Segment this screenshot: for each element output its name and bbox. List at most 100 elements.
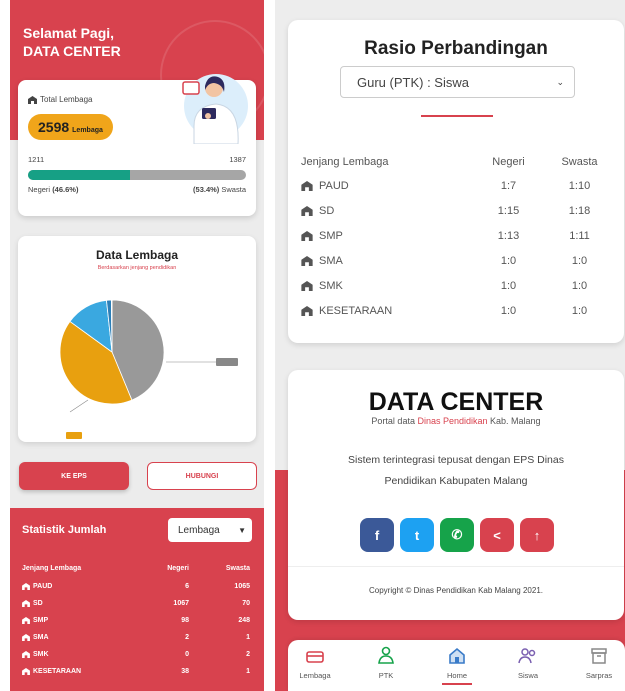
row-swasta: 1 xyxy=(246,668,250,675)
ke-eps-button[interactable]: KE EPS xyxy=(19,462,129,490)
divider xyxy=(288,566,624,567)
chevron-down-icon: ⌄ xyxy=(556,76,564,87)
row-jenjang: SMA xyxy=(33,634,49,641)
building-icon xyxy=(301,256,313,266)
teacher-icon xyxy=(378,646,394,664)
row-negeri: 1:15 xyxy=(497,205,520,217)
statistik-row: SMA 2 1 xyxy=(22,631,254,644)
building-icon xyxy=(301,306,313,316)
row-swasta: 70 xyxy=(242,600,250,607)
nav-item-siswa[interactable]: Siswa xyxy=(498,646,558,680)
left-panel: Selamat Pagi, DATA CENTER Total Lembaga … xyxy=(10,0,264,691)
facebook-button[interactable]: f xyxy=(360,518,394,552)
data-lembaga-card: Data Lembaga Berdasarkan jenjang pendidi… xyxy=(18,236,256,442)
swasta-percent: (53.4%) Swasta xyxy=(193,185,246,194)
share-button[interactable]: < xyxy=(480,518,514,552)
bottom-nav: Lembaga PTK Home Siswa Sarpras xyxy=(288,640,625,691)
building-icon xyxy=(301,281,313,291)
header-swasta: Swasta xyxy=(225,565,250,572)
rasio-select[interactable]: Guru (PTK) : Siswa ⌄ xyxy=(340,66,575,98)
building-icon xyxy=(301,231,313,241)
row-swasta: 1 xyxy=(246,634,250,641)
nav-item-sarpras[interactable]: Sarpras xyxy=(569,646,625,680)
hubungi-button[interactable]: HUBUNGI xyxy=(147,462,257,490)
chevron-down-icon: ▼ xyxy=(238,525,246,535)
active-indicator xyxy=(442,683,472,685)
nav-label: Home xyxy=(446,671,467,680)
row-jenjang: SMP xyxy=(33,617,49,624)
leader-line xyxy=(69,399,89,413)
rasio-row: SD 1:15 1:18 xyxy=(301,201,613,221)
building-icon xyxy=(28,95,37,104)
row-swasta: 1:18 xyxy=(568,205,591,217)
building-icon xyxy=(22,583,30,590)
arrow-up-button[interactable]: ↑ xyxy=(520,518,554,552)
statistik-title: Statistik Jumlah xyxy=(22,524,107,536)
row-swasta: 1:10 xyxy=(568,180,591,192)
header-swasta: Swasta xyxy=(561,156,598,168)
row-jenjang: SMA xyxy=(319,255,343,267)
row-negeri: 38 xyxy=(181,668,189,675)
row-swasta: 1:0 xyxy=(571,305,588,317)
row-negeri: 98 xyxy=(181,617,189,624)
nav-item-home[interactable]: Home xyxy=(427,646,487,685)
building-icon xyxy=(22,634,30,641)
row-jenjang: KESETARAAN xyxy=(319,305,393,317)
nav-label: Lembaga xyxy=(299,671,331,680)
statistik-row: SMK 0 2 xyxy=(22,648,254,661)
row-negeri: 1:0 xyxy=(500,280,517,292)
datacenter-subtitle: Portal data Dinas Pendidikan Kab. Malang xyxy=(371,416,541,426)
slice-tag xyxy=(66,432,82,439)
rasio-select-value: Guru (PTK) : Siswa xyxy=(357,74,469,90)
row-swasta: 2 xyxy=(246,651,250,658)
header-jenjang: Jenjang Lembaga xyxy=(301,156,389,168)
phone-button[interactable]: ✆ xyxy=(440,518,474,552)
students-icon xyxy=(518,648,536,664)
row-jenjang: PAUD xyxy=(33,583,53,590)
arrow-up-icon: ↑ xyxy=(533,527,541,543)
header-negeri: Negeri xyxy=(492,156,525,168)
slice-tag xyxy=(216,358,238,366)
counts-row: 1211 1387 xyxy=(28,155,246,164)
total-lembaga-text: Total Lembaga xyxy=(40,95,93,104)
greeting-line-1: Selamat Pagi, xyxy=(23,25,115,41)
row-jenjang: SD xyxy=(33,600,43,607)
building-icon xyxy=(301,206,313,216)
home-icon xyxy=(449,647,465,664)
statistik-row: KESETARAAN 38 1 xyxy=(22,665,254,678)
phone-icon: ✆ xyxy=(451,527,463,542)
chart-title: Data Lembaga xyxy=(95,248,179,262)
nav-label: Sarpras xyxy=(585,671,613,680)
header-jenjang: Jenjang Lembaga xyxy=(22,565,82,572)
person-tablet-illustration xyxy=(182,74,248,144)
dinas-link[interactable]: Dinas Pendidikan xyxy=(417,416,487,426)
nav-label: Siswa xyxy=(517,671,538,680)
row-swasta: 1:0 xyxy=(571,255,588,267)
greeting-line-2: DATA CENTER xyxy=(23,43,121,59)
building-icon xyxy=(22,617,30,624)
rasio-row: SMP 1:13 1:11 xyxy=(301,226,613,246)
twitter-button[interactable]: t xyxy=(400,518,434,552)
pie-chart xyxy=(59,299,238,439)
statistik-row: PAUD 6 1065 xyxy=(22,580,254,593)
rasio-row: SMK 1:0 1:0 xyxy=(301,276,613,296)
rasio-card: Rasio Perbandingan Guru (PTK) : Siswa ⌄ … xyxy=(288,20,624,343)
total-lembaga-badge: 2598 Lembaga xyxy=(28,114,113,140)
twitter-icon: t xyxy=(414,527,420,543)
greeting: Selamat Pagi, DATA CENTER xyxy=(23,24,121,60)
share-icon: < xyxy=(493,527,501,543)
nav-item-lembaga[interactable]: Lembaga xyxy=(285,646,345,680)
row-negeri: 1:13 xyxy=(497,230,520,242)
header-negeri: Negeri xyxy=(167,565,189,572)
copyright: Copyright © Dinas Pendidikan Kab Malang … xyxy=(369,586,543,595)
rasio-title: Rasio Perbandingan xyxy=(364,38,548,59)
statistik-select[interactable]: Lembaga ▼ xyxy=(168,518,252,542)
negeri-percent: Negeri (46.6%) xyxy=(28,185,79,194)
datacenter-title: DATA CENTER xyxy=(368,388,544,416)
row-jenjang: SMK xyxy=(319,280,343,292)
facebook-icon: f xyxy=(374,527,380,543)
nav-item-ptk[interactable]: PTK xyxy=(356,646,416,680)
row-negeri: 1:0 xyxy=(500,305,517,317)
total-lembaga-label: Total Lembaga xyxy=(28,95,92,104)
nav-label: PTK xyxy=(378,671,394,680)
